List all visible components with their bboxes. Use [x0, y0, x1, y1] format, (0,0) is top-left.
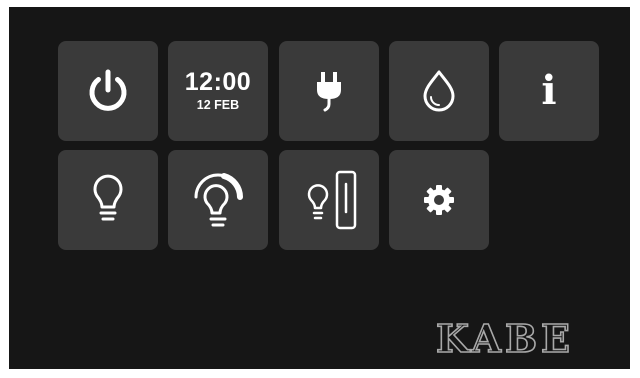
light-dimmer-icon: [194, 173, 243, 227]
clock-date: 12 FEB: [196, 98, 240, 112]
water-drop-icon: [423, 70, 455, 112]
power-plug-button[interactable]: [279, 41, 379, 141]
light-slider-button[interactable]: [279, 150, 379, 250]
gear-icon: [424, 185, 454, 215]
clock-button[interactable]: 12:00 12 FEB: [168, 41, 268, 141]
kabe-logo: KABE: [435, 316, 574, 360]
screen: 12:00 12 FEB i KABE: [9, 7, 630, 369]
info-icon: i: [541, 67, 557, 114]
light-slider-icon: [307, 170, 357, 230]
clock-time: 12:00: [184, 68, 252, 96]
settings-button[interactable]: [389, 150, 489, 250]
plug-icon: [317, 72, 341, 112]
light-dimmer-button[interactable]: [168, 150, 268, 250]
power-button[interactable]: [58, 41, 158, 141]
logo-text: KABE: [436, 316, 574, 360]
power-icon: [89, 69, 127, 111]
light-bulb-icon: [93, 174, 123, 221]
info-button[interactable]: i: [499, 41, 599, 141]
light-button[interactable]: [58, 150, 158, 250]
water-button[interactable]: [389, 41, 489, 141]
